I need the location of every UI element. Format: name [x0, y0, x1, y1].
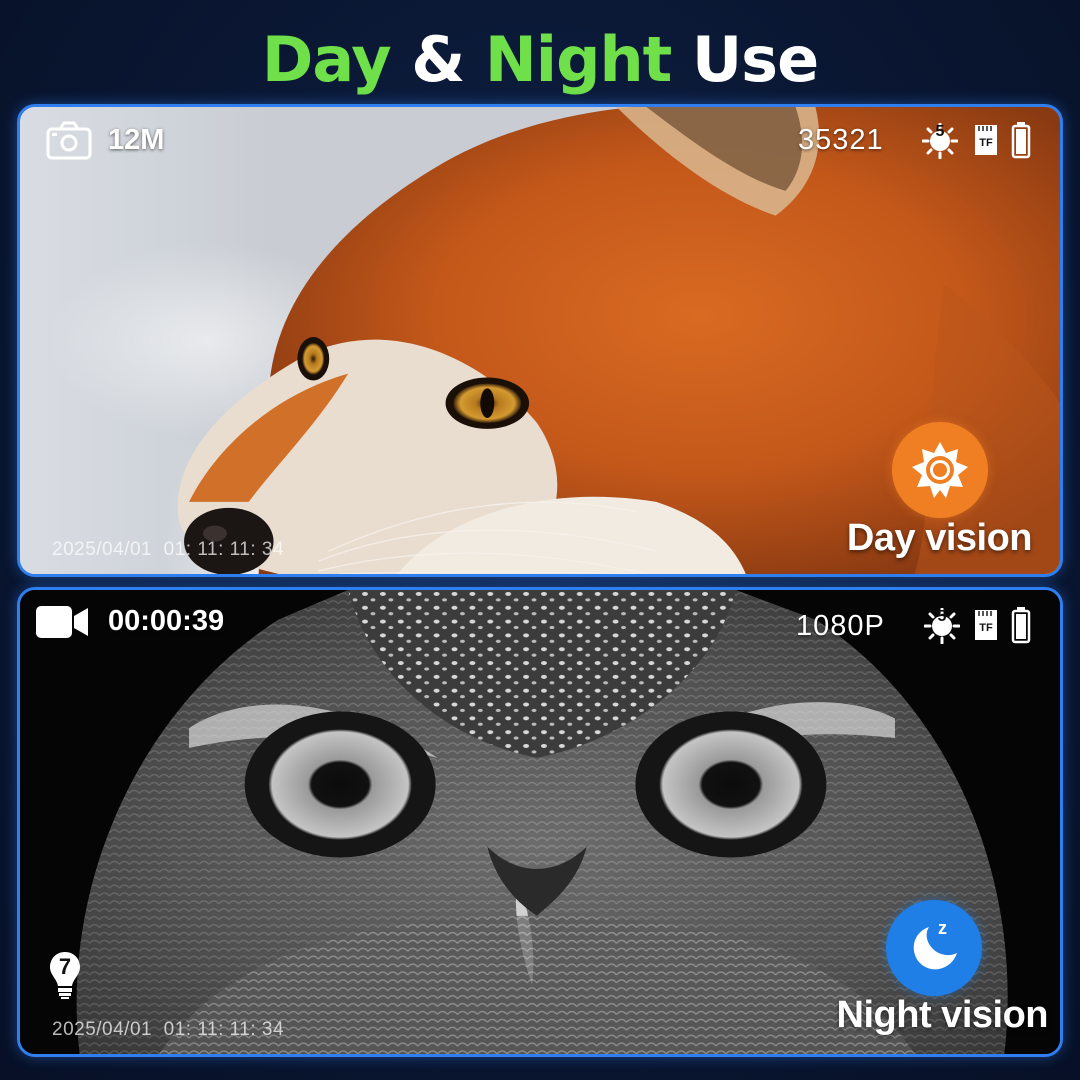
day-vision-label: Day vision: [846, 517, 1033, 559]
headline-night: Night: [484, 23, 672, 96]
sun-icon: [909, 439, 971, 501]
day-vision-panel: 12M 35321 5 TF 2025/04/01 01: 11: 11: 34…: [17, 104, 1063, 577]
photo-counter: 35321: [798, 124, 884, 156]
headline-amp: &: [390, 23, 485, 96]
video-resolution: 1080P: [796, 610, 885, 642]
sensitivity-level: 5: [937, 608, 947, 625]
tf-card-label: TF: [979, 137, 993, 149]
headline-day: Day: [261, 23, 392, 96]
night-vision-panel: 00:00:39 1080P 5 TF 7 2025/04/01 01: 11:…: [17, 587, 1063, 1057]
fox-photo: [20, 107, 1060, 574]
recording-elapsed: 00:00:39: [108, 605, 225, 637]
video-camera-icon: [34, 604, 90, 640]
night-timestamp: 2025/04/01 01: 11: 11: 34: [52, 1019, 285, 1040]
headline-use: Use: [671, 23, 819, 96]
night-mode-badge: z: [886, 900, 982, 996]
sensitivity-level: 5: [935, 123, 945, 140]
camera-icon: [46, 121, 92, 161]
night-vision-label: Night vision: [836, 994, 1049, 1036]
moon-sleep-glyph: z: [938, 918, 947, 938]
photo-resolution: 12M: [108, 124, 165, 156]
battery-icon: [1011, 121, 1031, 159]
tf-card-label: TF: [979, 622, 993, 634]
battery-icon: [1011, 606, 1031, 644]
moon-icon: [907, 921, 961, 975]
day-timestamp: 2025/04/01 01: 11: 11: 34: [52, 539, 285, 560]
page-headline: Day & Night Use: [0, 22, 1080, 98]
day-mode-badge: [892, 422, 988, 518]
fox-illustration: [177, 107, 1060, 574]
ir-level: 7: [58, 954, 72, 979]
